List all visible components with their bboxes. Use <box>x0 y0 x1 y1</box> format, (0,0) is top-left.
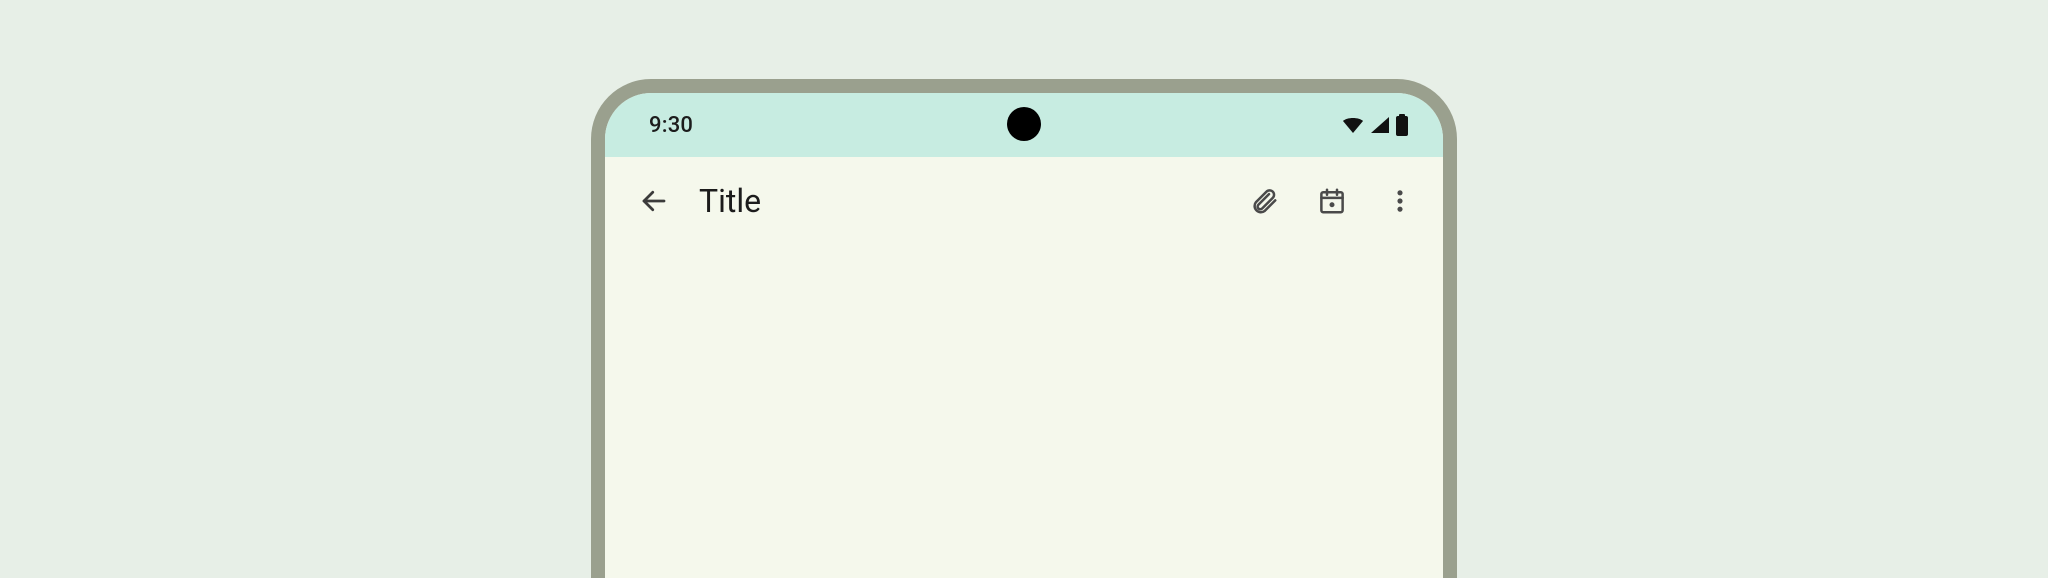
phone-frame: 9:30 <box>591 79 1457 578</box>
app-content <box>605 245 1443 578</box>
attach-button[interactable] <box>1235 172 1293 230</box>
stage: 9:30 <box>0 0 2048 578</box>
phone-screen: 9:30 <box>605 93 1443 578</box>
wifi-icon <box>1341 115 1365 135</box>
calendar-event-icon <box>1317 186 1347 216</box>
more-button[interactable] <box>1371 172 1429 230</box>
arrow-back-icon <box>639 186 669 216</box>
camera-notch <box>1007 107 1041 141</box>
more-vert-icon <box>1386 186 1414 216</box>
back-button[interactable] <box>625 172 683 230</box>
calendar-button[interactable] <box>1303 172 1361 230</box>
status-indicators <box>1341 114 1409 136</box>
signal-icon <box>1369 115 1391 135</box>
status-bar: 9:30 <box>605 93 1443 157</box>
attachment-icon <box>1249 186 1279 216</box>
status-time: 9:30 <box>649 113 693 138</box>
app-bar-title: Title <box>699 182 761 220</box>
battery-icon <box>1395 114 1409 136</box>
app-bar: Title <box>605 157 1443 245</box>
